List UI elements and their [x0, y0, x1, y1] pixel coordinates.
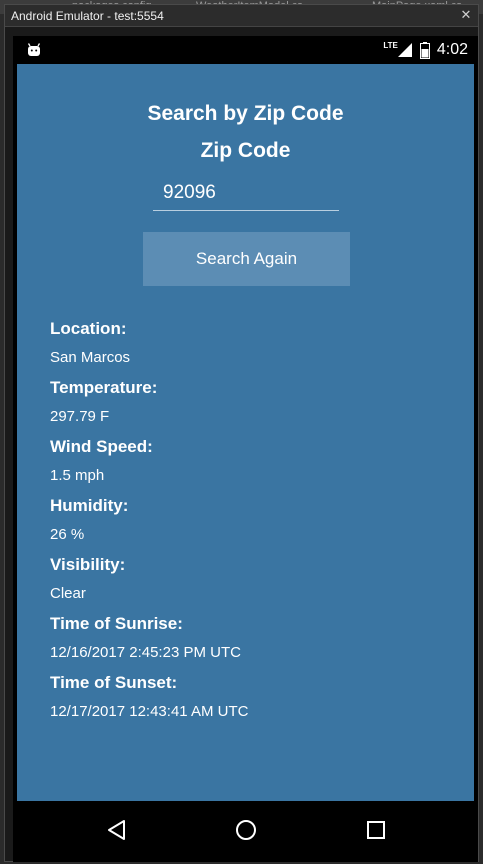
- battery-icon: [419, 41, 430, 59]
- emulator-title-bar[interactable]: Android Emulator - test:5554 ✕: [5, 5, 478, 27]
- temperature-label: Temperature:: [50, 378, 158, 397]
- page-title: Search by Zip Code: [147, 102, 344, 125]
- temperature-value: 297.79 F: [50, 408, 110, 425]
- humidity-label: Humidity:: [50, 496, 129, 515]
- recents-icon[interactable]: [363, 817, 389, 843]
- android-icon: [27, 43, 41, 56]
- location-label: Location:: [50, 319, 127, 338]
- weather-details: Location: San Marcos Temperature: 297.79…: [50, 318, 450, 731]
- sunrise-value: 12/16/2017 2:45:23 PM UTC: [50, 644, 241, 661]
- sunset-label: Time of Sunset:: [50, 673, 178, 692]
- weather-app: Search by Zip Code Zip Code Search Again…: [17, 64, 474, 801]
- emulator-window: Android Emulator - test:5554 ✕ LTE 4:02 …: [4, 4, 479, 862]
- search-again-button[interactable]: Search Again: [143, 232, 350, 286]
- wind-speed-label: Wind Speed:: [50, 437, 153, 456]
- location-value: San Marcos: [50, 349, 131, 366]
- zip-code-label: Zip Code: [200, 139, 291, 162]
- back-icon[interactable]: [104, 817, 130, 843]
- device-screen: LTE 4:02 Search by Zip Code Zip Code Sea…: [13, 36, 478, 862]
- navigation-bar: [13, 801, 478, 862]
- home-icon[interactable]: [233, 817, 259, 843]
- sunset-value: 12/17/2017 12:43:41 AM UTC: [50, 703, 249, 720]
- close-icon[interactable]: ✕: [458, 7, 474, 23]
- status-bar: LTE 4:02: [13, 36, 478, 64]
- visibility-label: Visibility:: [50, 555, 126, 574]
- wind-speed-value: 1.5 mph: [50, 467, 105, 484]
- status-indicators: LTE 4:02: [383, 40, 468, 60]
- emulator-title: Android Emulator - test:5554: [11, 9, 164, 23]
- signal-icon: [397, 43, 412, 57]
- sunrise-label: Time of Sunrise:: [50, 614, 183, 633]
- clock: 4:02: [436, 41, 468, 58]
- network-type: LTE: [383, 40, 398, 50]
- humidity-value: 26 %: [50, 526, 85, 543]
- zip-code-input[interactable]: [153, 176, 339, 211]
- visibility-value: Clear: [50, 585, 86, 602]
